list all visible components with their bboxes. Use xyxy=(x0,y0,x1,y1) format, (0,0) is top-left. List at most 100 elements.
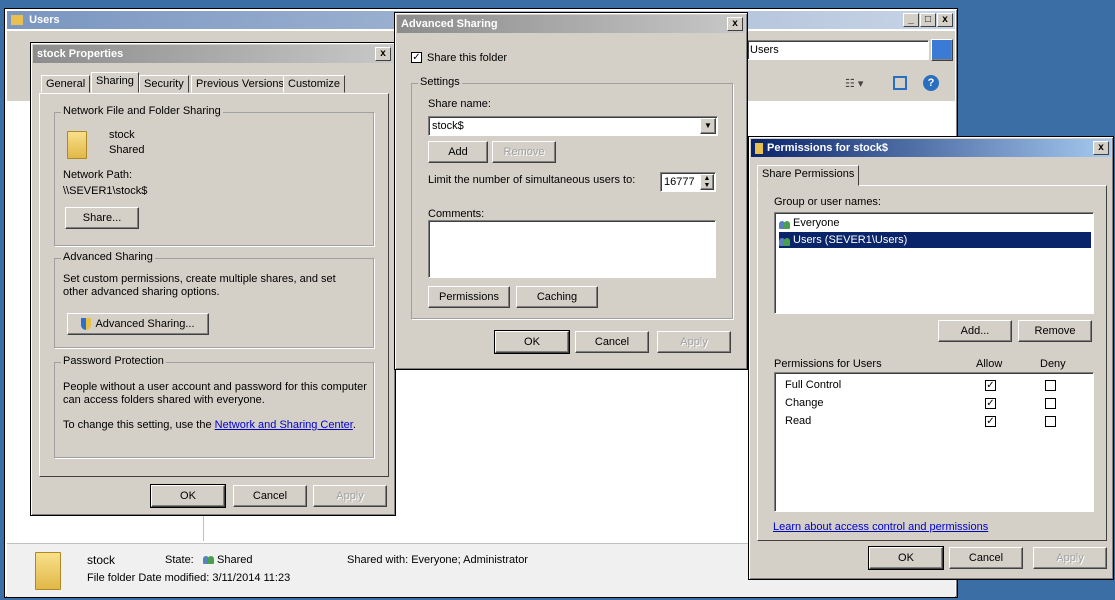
search-input[interactable]: Users xyxy=(747,40,929,60)
group-icon xyxy=(779,235,791,245)
limit-users-stepper[interactable]: 16777 ▲ ▼ xyxy=(660,172,716,192)
details-state-value: Shared xyxy=(217,554,253,566)
properties-close-button[interactable]: x xyxy=(375,47,391,61)
nfs-group-label: Network File and Folder Sharing xyxy=(61,105,223,117)
search-icon[interactable] xyxy=(931,39,953,61)
close-button[interactable]: x xyxy=(937,13,953,27)
permissions-list: Full Control ✓ Change ✓ Read ✓ xyxy=(774,372,1094,512)
permissions-for-label: Permissions for Users xyxy=(774,358,882,370)
nfs-group: Network File and Folder Sharing stock Sh… xyxy=(54,105,374,246)
allow-checkbox[interactable]: ✓ xyxy=(985,380,996,391)
help-icon[interactable]: ? xyxy=(923,75,939,91)
password-change-prefix: To change this setting, use the xyxy=(63,419,215,431)
tab-customize[interactable]: Customize xyxy=(283,75,345,93)
list-item-everyone[interactable]: Everyone xyxy=(779,215,1091,231)
add-share-button[interactable]: Add xyxy=(428,141,488,163)
explorer-title: Users xyxy=(29,14,60,26)
allow-header: Allow xyxy=(976,358,1003,370)
password-desc: People without a user account and passwo… xyxy=(63,381,367,406)
details-type-date: File folder Date modified: 3/11/2014 11:… xyxy=(87,572,291,584)
permissions-title: Permissions for stock$ xyxy=(767,142,889,154)
learn-link[interactable]: Learn about access control and permissio… xyxy=(773,521,988,533)
settings-label: Settings xyxy=(418,76,462,88)
folder-icon xyxy=(11,15,23,26)
sharing-panel: Network File and Folder Sharing stock Sh… xyxy=(39,93,389,477)
password-change-text: To change this setting, use the Network … xyxy=(63,419,356,431)
deny-checkbox[interactable] xyxy=(1045,398,1056,409)
advanced-sharing-button[interactable]: Advanced Sharing... xyxy=(67,313,209,335)
deny-checkbox[interactable] xyxy=(1045,416,1056,427)
advanced-close-button[interactable]: x xyxy=(727,17,743,31)
chevron-down-icon[interactable]: ▼ xyxy=(700,118,716,134)
share-folder-status: Shared xyxy=(109,144,145,156)
allow-checkbox[interactable]: ✓ xyxy=(985,416,996,427)
add-user-button[interactable]: Add... xyxy=(938,320,1012,342)
advanced-sharing-desc: Set custom permissions, create multiple … xyxy=(63,273,336,298)
advanced-sharing-group: Advanced Sharing Set custom permissions,… xyxy=(54,251,374,348)
share-permissions-panel: Group or user names: Everyone Users (SEV… xyxy=(757,185,1107,541)
share-name-value: stock$ xyxy=(432,120,464,132)
users-icon xyxy=(203,555,215,565)
share-name-select[interactable]: stock$ ▼ xyxy=(428,116,718,136)
share-folder-name: stock xyxy=(109,129,135,141)
advanced-sharing-dialog: Advanced Sharing x ✓ Share this folder S… xyxy=(394,12,748,370)
permissions-button[interactable]: Permissions xyxy=(428,286,510,308)
details-shared-with: Shared with: Everyone; Administrator xyxy=(347,554,528,566)
password-change-suffix: . xyxy=(352,419,356,431)
tab-strip: General Sharing Security Previous Versio… xyxy=(39,72,389,93)
permission-name: Read xyxy=(785,415,812,427)
minimize-button[interactable]: _ xyxy=(903,13,919,27)
share-folder-label: Share this folder xyxy=(427,52,508,64)
tab-sharing[interactable]: Sharing xyxy=(91,72,139,93)
list-item-label: Users (SEVER1\Users) xyxy=(793,234,908,246)
share-name-label: Share name: xyxy=(428,98,491,110)
permission-name: Full Control xyxy=(785,379,842,391)
remove-user-button[interactable]: Remove xyxy=(1018,320,1092,342)
share-folder-checkbox[interactable]: ✓ xyxy=(411,52,422,63)
advanced-titlebar: Advanced Sharing x xyxy=(397,15,745,33)
limit-users-label: Limit the number of simultaneous users t… xyxy=(428,174,636,186)
password-group-label: Password Protection xyxy=(61,355,166,367)
caching-button[interactable]: Caching xyxy=(516,286,598,308)
properties-titlebar: stock Properties x xyxy=(33,45,393,63)
advanced-cancel-button[interactable]: Cancel xyxy=(575,331,649,353)
advanced-apply-button[interactable]: Apply xyxy=(657,331,731,353)
group-users-label: Group or user names: xyxy=(774,196,881,208)
advanced-sharing-button-label: Advanced Sharing... xyxy=(95,318,195,330)
comments-textarea[interactable] xyxy=(428,220,716,278)
properties-cancel-button[interactable]: Cancel xyxy=(233,485,307,507)
tab-general[interactable]: General xyxy=(41,75,91,93)
view-icon[interactable]: ☷ ▾ xyxy=(845,77,885,91)
network-sharing-center-link[interactable]: Network and Sharing Center xyxy=(215,419,353,431)
tab-security[interactable]: Security xyxy=(139,75,189,93)
permissions-cancel-button[interactable]: Cancel xyxy=(949,547,1023,569)
limit-users-value: 16777 xyxy=(664,176,695,188)
details-state-label: State: xyxy=(165,554,194,566)
preview-pane-icon[interactable] xyxy=(893,76,907,90)
properties-ok-button[interactable]: OK xyxy=(150,484,226,508)
advanced-sharing-group-label: Advanced Sharing xyxy=(61,251,155,263)
details-state: Shared xyxy=(203,554,252,566)
settings-group: Settings Share name: stock$ ▼ Add Remove… xyxy=(411,76,733,319)
share-button[interactable]: Share... xyxy=(65,207,139,229)
properties-title: stock Properties xyxy=(37,48,124,60)
address-text: Users xyxy=(750,44,779,56)
stepper-arrows-icon[interactable]: ▲ ▼ xyxy=(700,174,714,190)
tab-share-permissions[interactable]: Share Permissions xyxy=(757,165,860,186)
tab-previous-versions[interactable]: Previous Versions xyxy=(191,75,290,93)
list-item-users[interactable]: Users (SEVER1\Users) xyxy=(779,232,1091,248)
maximize-button[interactable]: □ xyxy=(920,13,936,27)
permissions-ok-button[interactable]: OK xyxy=(868,546,944,570)
permissions-dialog: Permissions for stock$ x Share Permissio… xyxy=(748,136,1114,580)
deny-checkbox[interactable] xyxy=(1045,380,1056,391)
permissions-close-button[interactable]: x xyxy=(1093,141,1109,155)
advanced-ok-button[interactable]: OK xyxy=(494,330,570,354)
allow-checkbox[interactable]: ✓ xyxy=(985,398,996,409)
advanced-title: Advanced Sharing xyxy=(401,18,498,30)
group-users-list[interactable]: Everyone Users (SEVER1\Users) xyxy=(774,212,1094,314)
permissions-apply-button[interactable]: Apply xyxy=(1033,547,1107,569)
group-icon xyxy=(779,218,791,228)
network-path-label: Network Path: xyxy=(63,169,133,181)
properties-apply-button[interactable]: Apply xyxy=(313,485,387,507)
remove-share-button[interactable]: Remove xyxy=(492,141,556,163)
